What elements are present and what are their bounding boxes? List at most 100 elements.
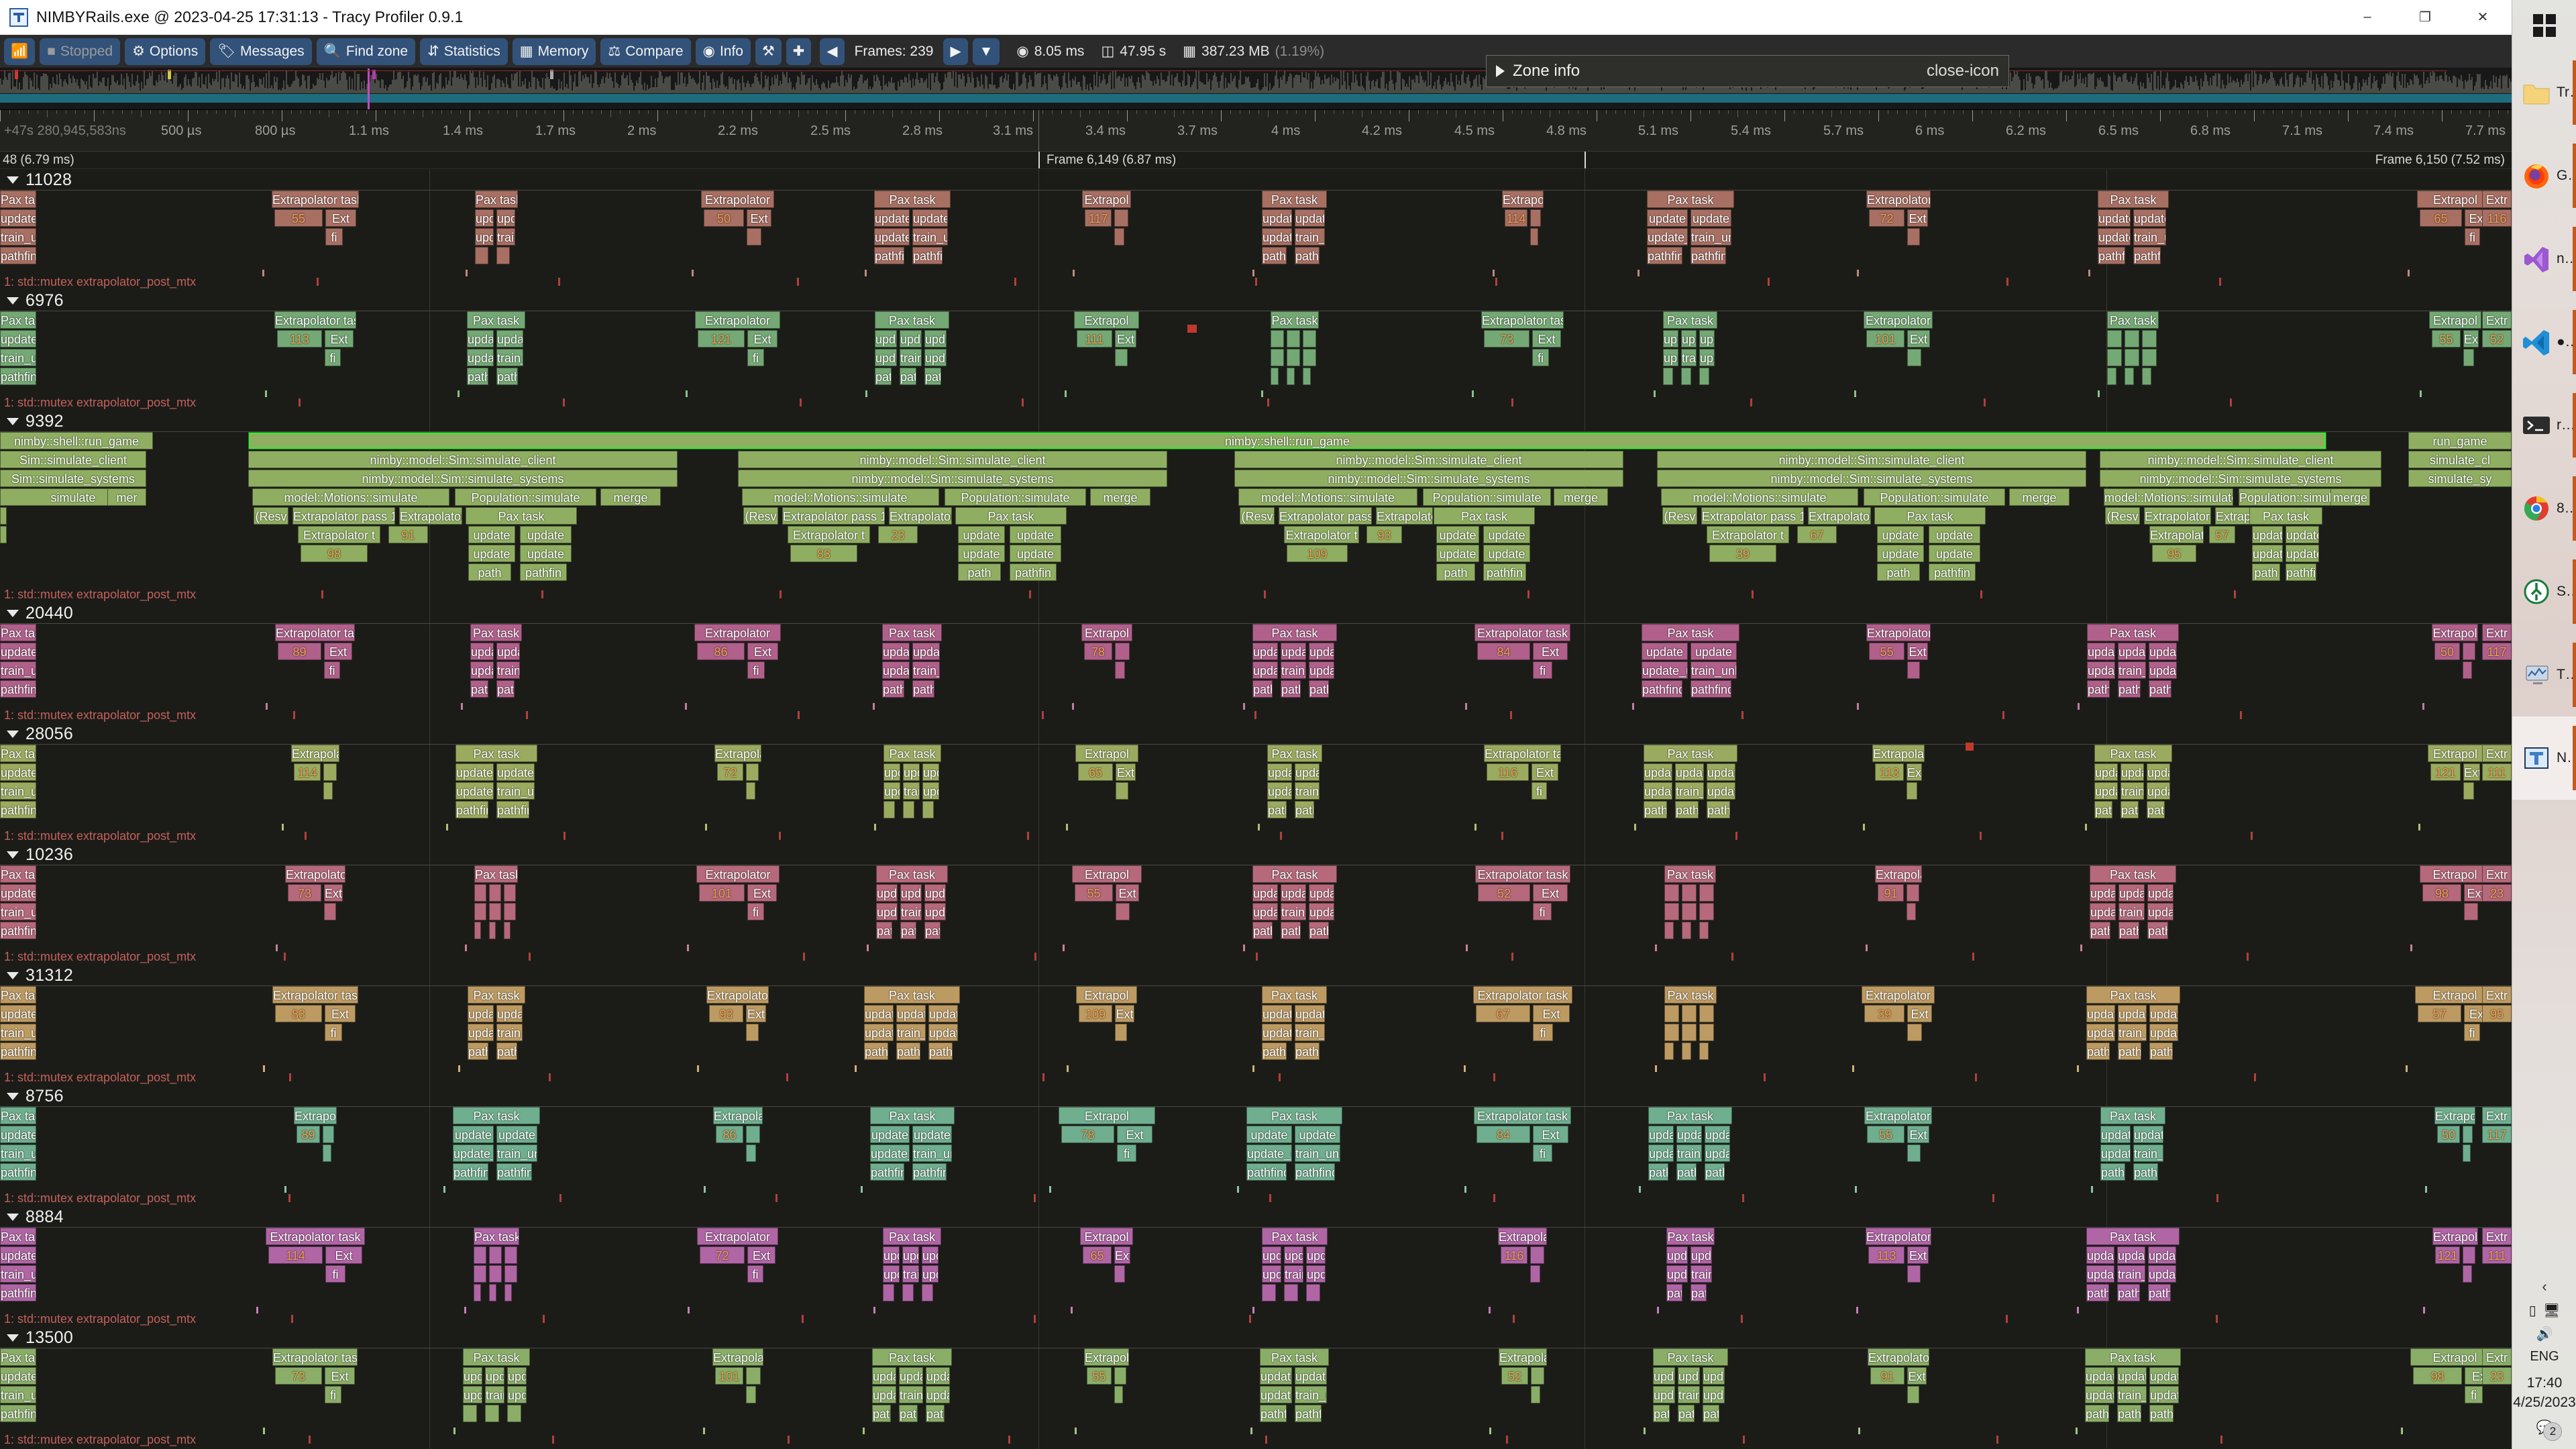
lock-contention-mark[interactable] (1984, 398, 1986, 407)
timeline-zone[interactable]: pathfind (912, 1163, 947, 1181)
timeline-zone[interactable]: Pax task (870, 1107, 955, 1124)
timeline-zone[interactable]: Extrapolator t (788, 526, 870, 543)
timeline-zone[interactable]: Pax task (1262, 1228, 1328, 1245)
timeline-zone[interactable]: nimby::model::Sim::simulate_systems (2100, 470, 2381, 487)
timeline-view[interactable]: 11028Extrapolator task55ExtfiPax taskupd… (0, 169, 2512, 1449)
taskbar-item-visual-studio[interactable]: n… (2512, 217, 2576, 301)
lock-contention-mark[interactable] (317, 278, 319, 286)
timeline-zone[interactable]: Ext (325, 1246, 362, 1264)
timeline-zone[interactable]: pathfind (2149, 1405, 2174, 1422)
frame-overview-strip[interactable] (0, 68, 2512, 110)
timeline-zone[interactable]: Pax task (1648, 1107, 1732, 1124)
timeline-zone[interactable]: update (2118, 643, 2146, 660)
timeline-zone[interactable]: Ext (747, 1246, 775, 1264)
lock-contention-mark[interactable] (1254, 711, 1256, 719)
timeline-zone[interactable]: Extrapolator (1376, 507, 1433, 525)
timeline-zone[interactable]: Pax task (876, 865, 948, 883)
timeline-zone[interactable]: Pax task (1664, 986, 1717, 1004)
lock-contention-mark[interactable] (1034, 1315, 1036, 1323)
timeline-zone[interactable]: train_unload (2118, 1024, 2147, 1041)
timeline-zone[interactable]: train_unload (912, 228, 948, 246)
lock-contention-block[interactable] (1187, 325, 1197, 333)
lock-contention-mark[interactable] (1265, 1436, 1267, 1444)
lock-contention-mark[interactable] (1743, 1436, 1745, 1444)
timeline-zone[interactable]: train_unload (0, 1265, 36, 1283)
lock-contention-mark[interactable] (526, 711, 528, 719)
timeline-zone[interactable]: fi (325, 228, 343, 246)
lock-contention-mark[interactable] (1029, 590, 1031, 598)
timeline-zone[interactable]: update (1681, 330, 1697, 347)
timeline-zone[interactable]: pathfind (1309, 922, 1329, 939)
lock-track[interactable]: 1: std::mutex extrapolator_post_mtx (0, 1312, 2512, 1327)
timeline-zone[interactable]: Pax task (2090, 865, 2176, 883)
thread-header-8884[interactable]: 8884 (0, 1206, 2512, 1228)
lock-contention-mark[interactable] (2234, 590, 2236, 598)
timeline-zone[interactable]: pathfind (2118, 922, 2139, 939)
timeline-zone[interactable]: update (520, 545, 572, 562)
timeline-zone[interactable] (2142, 330, 2157, 347)
timeline-zone[interactable]: update_u (2098, 228, 2131, 246)
timeline-zone[interactable]: update_u (1642, 661, 1688, 679)
timeline-zone[interactable]: pathfin (1010, 564, 1057, 581)
lock-contention-mark[interactable] (1034, 1194, 1036, 1202)
timeline-zone[interactable]: update (1436, 545, 1479, 562)
timeline-zone[interactable]: Pax task (2100, 1107, 2165, 1124)
timeline-zone[interactable]: Extr (2482, 1348, 2512, 1366)
timeline-zone[interactable]: model::Motions::simulate (1238, 488, 1417, 506)
timeline-zone[interactable]: pathfind (1252, 680, 1273, 698)
timeline-zone[interactable]: Extrapolator task (275, 624, 355, 641)
timeline-zone[interactable] (1699, 368, 1709, 385)
lock-contention-mark[interactable] (779, 832, 781, 840)
find-zone-button[interactable]: 🔍 Find zone (316, 38, 416, 65)
lock-contention-mark[interactable] (2216, 1315, 2218, 1323)
timeline-zone[interactable]: train_unload (1281, 903, 1306, 920)
timeline-zone[interactable]: pathfind (2147, 922, 2168, 939)
timeline-zone[interactable]: update (900, 884, 922, 902)
timeline-zone[interactable]: simulate_cl (2408, 451, 2512, 468)
lock-contention-mark[interactable] (1992, 1194, 1994, 1202)
timeline-zone[interactable]: update (1252, 643, 1278, 660)
timeline-zone[interactable]: train_unload (896, 1024, 926, 1041)
timeline-ghost-zone[interactable]: 67 (1797, 526, 1837, 543)
timeline-zone[interactable]: train_unload (2118, 903, 2145, 920)
timeline-zone[interactable]: update (1676, 1126, 1702, 1143)
timeline-zone[interactable]: update_u (455, 782, 494, 800)
timeline-ghost-zone[interactable]: 55 (1087, 1367, 1112, 1385)
timeline-zone[interactable]: path (2252, 564, 2280, 581)
timeline-zone[interactable]: update_u (1260, 1386, 1292, 1403)
messages-button[interactable]: 🏷 Messages (210, 38, 312, 65)
timeline-zone[interactable]: update (1707, 763, 1735, 781)
timeline-zone[interactable]: pathfind (1703, 1405, 1719, 1422)
timeline-zone[interactable]: train_unload (900, 349, 922, 366)
timeline-zone[interactable]: pathfind (928, 1042, 953, 1060)
lock-contention-mark[interactable] (1741, 1315, 1743, 1323)
timeline-zone[interactable]: update_u (926, 1386, 950, 1403)
timeline-zone[interactable]: update_u (922, 782, 939, 800)
timeline-zone[interactable]: pathfind (2149, 680, 2171, 698)
timeline-zone[interactable] (1699, 903, 1714, 920)
timeline-zone[interactable]: Extrapolator (1866, 191, 1931, 208)
lock-contention-mark[interactable] (564, 832, 566, 840)
thread-zone-lanes[interactable]: Extrapolator task55ExtfiPax taskupdateup… (0, 191, 2512, 276)
timeline-zone[interactable]: pathfind (1707, 801, 1730, 818)
timeline-zone[interactable]: update (1295, 1005, 1325, 1022)
timeline-zone[interactable]: update (1436, 526, 1479, 543)
timeline-zone[interactable]: fi (747, 1265, 763, 1283)
timeline-zone[interactable]: Ext (1116, 884, 1139, 902)
timeline-zone[interactable]: update (2148, 1246, 2176, 1264)
timeline-ghost-zone[interactable]: 117 (1085, 209, 1112, 227)
timeline-ghost-zone[interactable]: 117 (2482, 643, 2512, 660)
timeline-zone[interactable] (2464, 903, 2478, 920)
lock-contention-mark[interactable] (1008, 1436, 1010, 1444)
timeline-zone[interactable]: train_unload (899, 1386, 923, 1403)
timeline-zone[interactable] (1682, 903, 1697, 920)
timeline-zone[interactable]: update (1295, 209, 1325, 227)
lock-contention-mark[interactable] (1768, 278, 1770, 286)
lock-contention-mark[interactable] (798, 711, 800, 719)
timeline-zone[interactable] (504, 884, 516, 902)
timeline-zone[interactable]: train_unload (0, 1024, 36, 1041)
timeline-zone[interactable]: train_unload (2117, 1386, 2147, 1403)
timeline-zone[interactable]: Extrapolator (701, 191, 774, 208)
timeline-zone[interactable]: update (507, 1367, 527, 1385)
timeline-zone[interactable]: Extr (2482, 1107, 2512, 1124)
